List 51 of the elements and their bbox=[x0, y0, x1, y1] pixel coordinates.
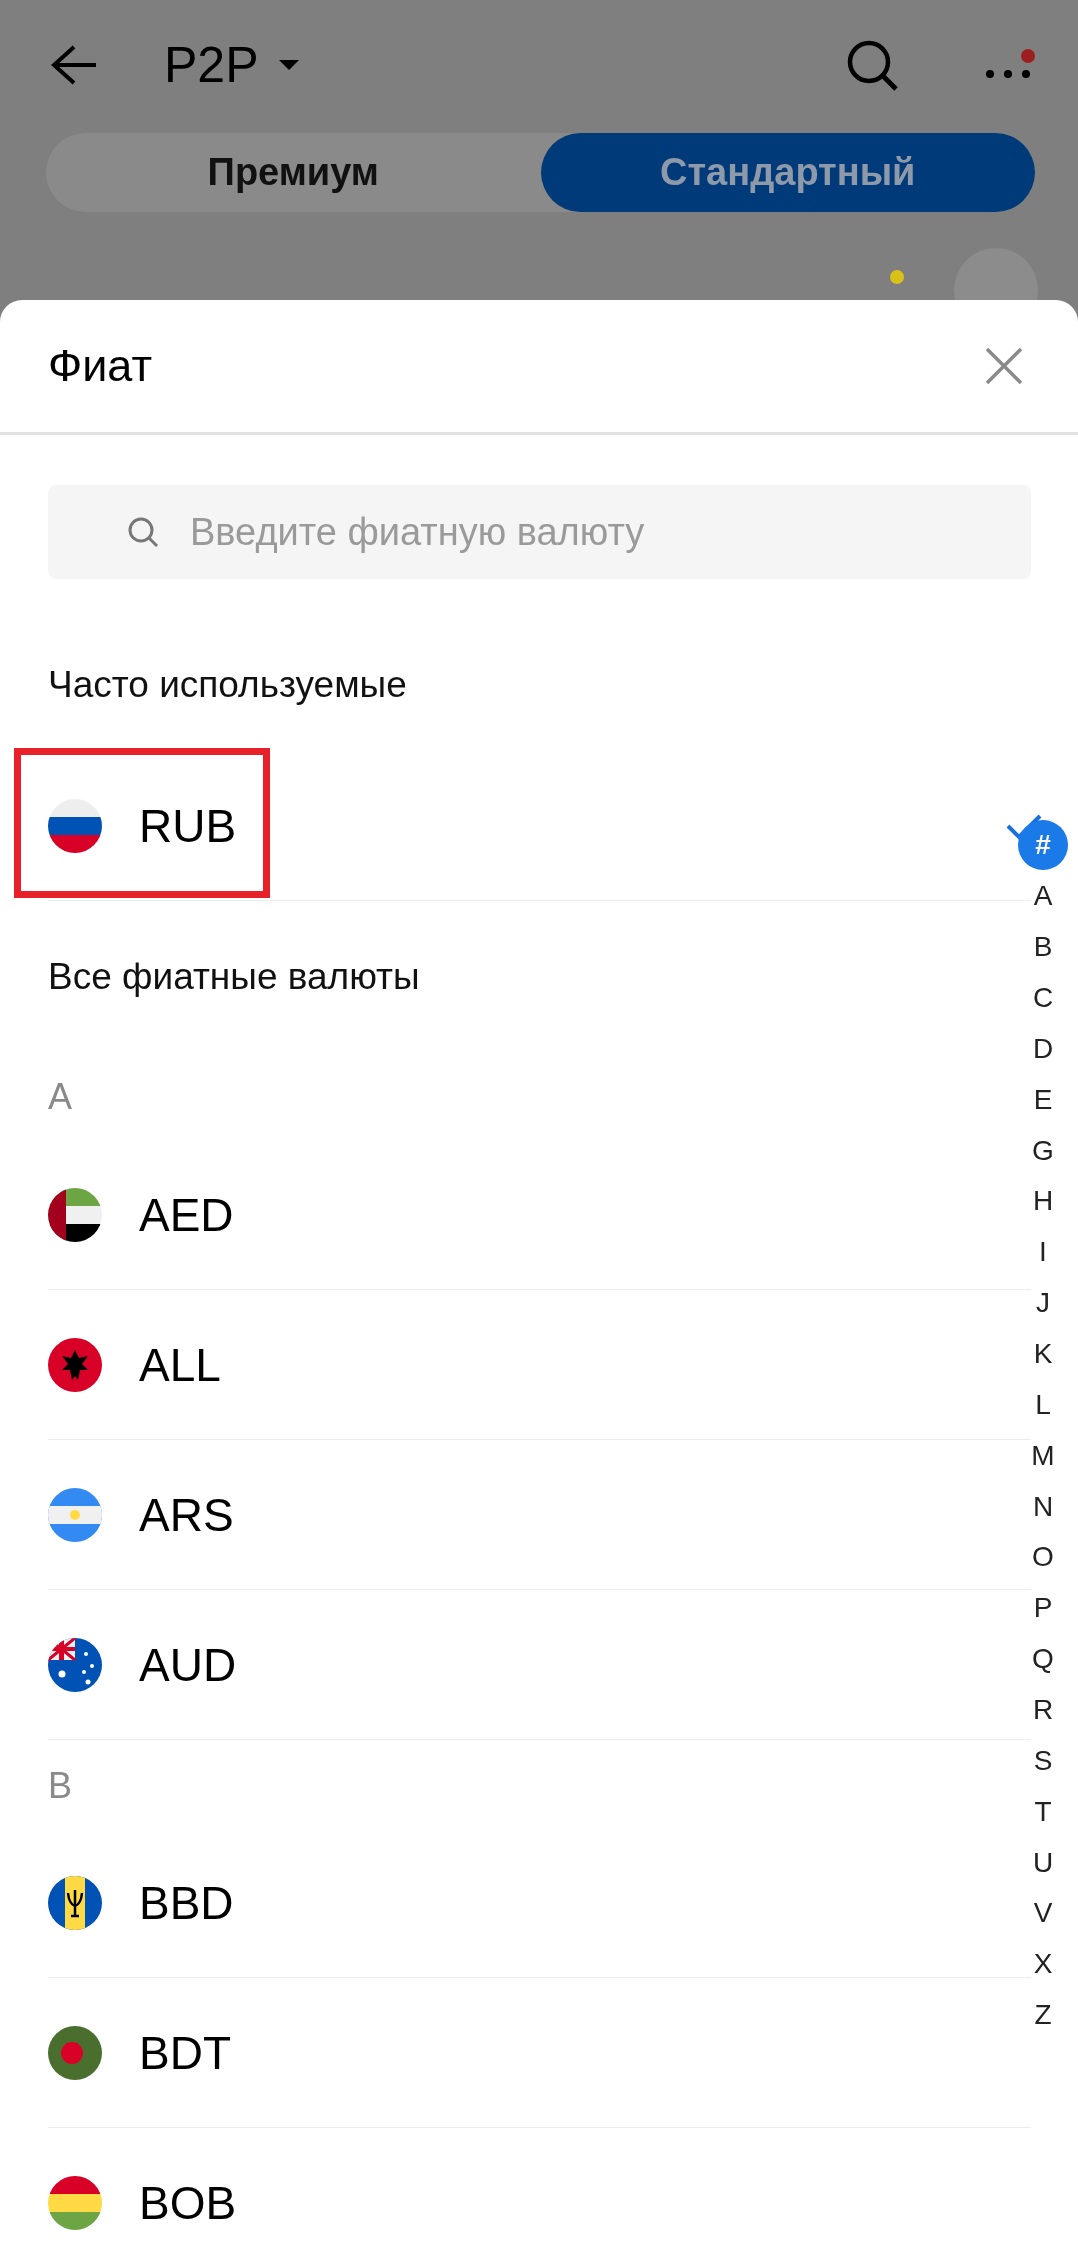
index-letter[interactable]: B bbox=[1018, 921, 1068, 973]
index-letter[interactable]: U bbox=[1018, 1837, 1068, 1889]
flag-icon bbox=[48, 2175, 102, 2230]
currency-item[interactable]: RUB bbox=[48, 798, 237, 853]
flag-icon bbox=[48, 1637, 102, 1692]
currency-item[interactable]: BOB bbox=[48, 2175, 237, 2230]
index-letter[interactable]: Q bbox=[1018, 1633, 1068, 1685]
index-letter[interactable]: G bbox=[1018, 1125, 1068, 1176]
index-letter[interactable]: S bbox=[1018, 1735, 1068, 1787]
index-letter[interactable]: Z bbox=[1018, 1989, 1068, 2041]
flag-icon bbox=[48, 1187, 102, 1242]
close-icon[interactable] bbox=[984, 346, 1024, 386]
index-letter[interactable]: E bbox=[1018, 1074, 1068, 1126]
currency-item[interactable]: ARS bbox=[48, 1487, 234, 1542]
index-letter[interactable]: D bbox=[1018, 1023, 1068, 1075]
status-dot bbox=[890, 270, 904, 284]
flag-icon bbox=[48, 798, 102, 853]
index-letter[interactable]: A bbox=[1018, 870, 1068, 922]
flag-icon bbox=[48, 1875, 102, 1930]
group-letter: A bbox=[48, 1075, 72, 1119]
index-letter[interactable]: M bbox=[1018, 1430, 1068, 1482]
tab[interactable]: Стандартный bbox=[540, 133, 1035, 212]
sheet-title: Фиат bbox=[48, 340, 152, 392]
index-letter[interactable]: J bbox=[1018, 1277, 1068, 1329]
index-letter[interactable]: C bbox=[1018, 972, 1068, 1024]
flag-icon bbox=[48, 1487, 102, 1542]
index-letter[interactable]: T bbox=[1018, 1786, 1068, 1838]
index-letter[interactable]: O bbox=[1018, 1532, 1068, 1583]
currency-item[interactable]: AUD bbox=[48, 1637, 237, 1692]
index-letter[interactable]: N bbox=[1018, 1481, 1068, 1533]
flag-icon bbox=[48, 1337, 102, 1392]
currency-item[interactable]: ALL bbox=[48, 1337, 221, 1392]
tab[interactable]: Премиум bbox=[46, 133, 541, 212]
currency-item[interactable]: AED bbox=[48, 1187, 234, 1242]
index-letter[interactable]: P bbox=[1018, 1582, 1068, 1634]
index-letter[interactable]: V bbox=[1018, 1888, 1068, 1939]
section-heading: Часто используемые bbox=[48, 663, 407, 707]
section-heading: Все фиатные валюты bbox=[48, 955, 420, 999]
search-icon bbox=[126, 515, 160, 549]
group-letter: B bbox=[48, 1764, 72, 1808]
index-letter[interactable]: H bbox=[1018, 1176, 1068, 1227]
currency-item[interactable]: BDT bbox=[48, 2025, 231, 2080]
index-letter[interactable]: K bbox=[1018, 1328, 1068, 1380]
index-letter[interactable]: R bbox=[1018, 1684, 1068, 1736]
currency-item[interactable]: BBD bbox=[48, 1875, 234, 1930]
index-letter[interactable]: L bbox=[1018, 1379, 1068, 1431]
index-letter[interactable]: # bbox=[1018, 820, 1068, 870]
page-title[interactable]: P2P bbox=[164, 36, 301, 94]
index-letter[interactable]: I bbox=[1018, 1226, 1068, 1278]
index-letter[interactable]: X bbox=[1018, 1938, 1068, 1990]
flag-icon bbox=[48, 2025, 102, 2080]
